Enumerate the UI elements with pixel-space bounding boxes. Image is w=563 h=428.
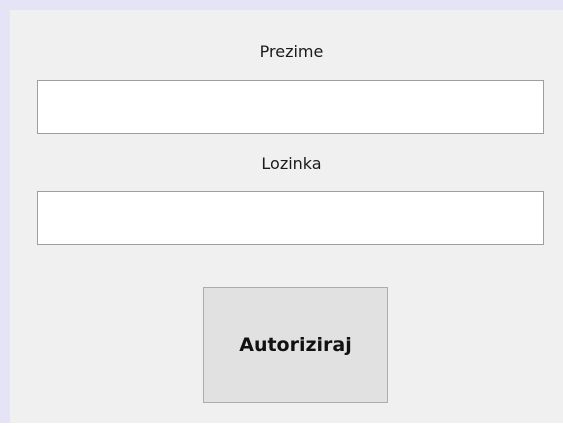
window-frame-top xyxy=(0,0,563,10)
authorize-button[interactable]: Autoriziraj xyxy=(203,287,388,403)
login-window: Prezime Lozinka Autoriziraj xyxy=(0,0,563,428)
surname-input[interactable] xyxy=(37,80,544,134)
password-input[interactable] xyxy=(37,191,544,245)
password-label: Lozinka xyxy=(261,154,322,173)
surname-label: Prezime xyxy=(259,42,324,61)
window-frame-left xyxy=(0,0,10,423)
